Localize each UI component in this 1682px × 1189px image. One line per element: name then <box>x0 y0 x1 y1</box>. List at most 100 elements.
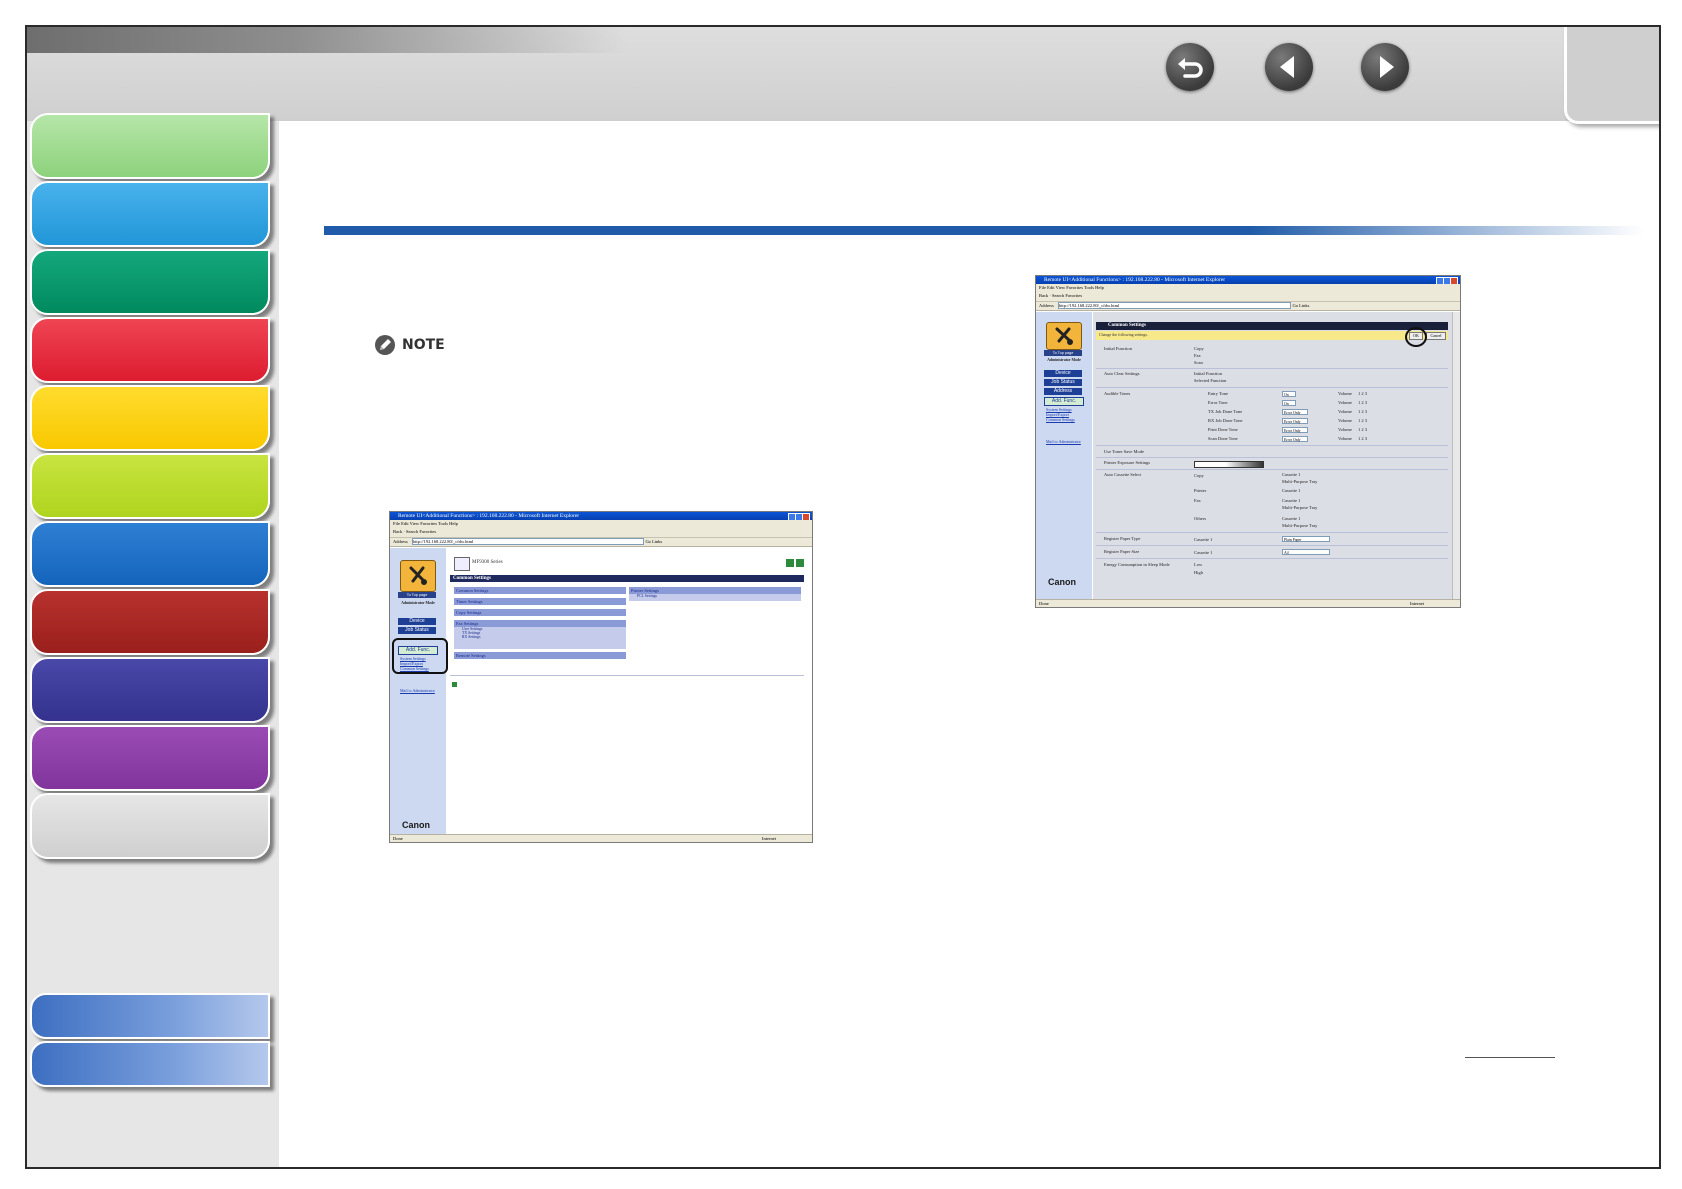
cassette-checkbox[interactable]: Multi-Purpose Tray <box>1282 523 1317 528</box>
ie-menu-bar[interactable]: File Edit View Favorites Tools Help <box>390 520 812 527</box>
previous-page-button[interactable] <box>1265 43 1313 91</box>
cassette-checkbox[interactable]: Cassette 1 <box>1282 516 1300 521</box>
cassette-checkbox[interactable]: Multi-Purpose Tray <box>1282 479 1317 484</box>
links-label[interactable]: Links <box>652 539 662 544</box>
chapter-tab-11[interactable] <box>30 793 270 859</box>
volume-options[interactable]: 1 2 3 <box>1358 418 1367 423</box>
go-button[interactable]: Go <box>645 539 651 544</box>
to-top-page-button[interactable]: To Top page <box>398 592 436 598</box>
pcl-settings-link[interactable]: PCL Settings <box>637 594 801 598</box>
mail-to-administrator-link[interactable]: Mail to Administrator <box>400 688 440 693</box>
address-url[interactable]: http://192.168.222.80/_cfdw.html <box>411 538 645 546</box>
chapter-tab-7[interactable] <box>30 521 270 587</box>
tone-select[interactable]: On <box>1282 400 1296 406</box>
address-url[interactable]: http://192.168.222.80/_cfdw.html <box>1057 302 1292 310</box>
option-fax[interactable]: Fax <box>1194 353 1201 358</box>
job-status-button[interactable]: Job Status <box>398 627 436 634</box>
scrollbar[interactable] <box>1452 312 1460 599</box>
ie-toolbar[interactable]: Back · Search Favorites <box>1036 291 1460 302</box>
chapter-tab-6[interactable] <box>30 453 270 519</box>
volume-options[interactable]: 1 2 3 <box>1358 436 1367 441</box>
remote-settings-item[interactable]: Remote Settings <box>454 652 626 659</box>
rx-settings-link[interactable]: RX Settings <box>462 635 626 639</box>
divider <box>1096 469 1448 470</box>
device-button[interactable]: Device <box>398 618 436 625</box>
ie-title-bar: Remote UI<Additional Functions> : 192.16… <box>390 512 812 520</box>
exposure-slider[interactable] <box>1194 461 1264 468</box>
option-selected-function[interactable]: Selected Function <box>1194 378 1226 383</box>
paper-size-label: Register Paper Size <box>1104 549 1140 554</box>
add-func-button[interactable]: Add. Func. <box>1044 397 1084 406</box>
tone-select[interactable]: Error Only <box>1282 427 1308 433</box>
address-button[interactable]: Address <box>1044 388 1082 395</box>
toner-save-checkbox[interactable]: Use Toner Save Mode <box>1104 449 1144 454</box>
device-name: MF9300 Series <box>472 560 503 565</box>
chapter-tab-1[interactable] <box>30 113 270 179</box>
volume-options[interactable]: 1 2 3 <box>1358 400 1367 405</box>
volume-options[interactable]: 1 2 3 <box>1358 409 1367 414</box>
ie-window-title: Remote UI<Additional Functions> : 192.16… <box>398 513 580 519</box>
tone-select[interactable]: Error Only <box>1282 409 1308 415</box>
chapter-tab-10[interactable] <box>30 725 270 791</box>
option-initial-function[interactable]: Initial Function <box>1194 371 1222 376</box>
top-right-tab[interactable] <box>1564 27 1659 124</box>
cassette-checkbox[interactable]: Cassette 1 <box>1282 498 1300 503</box>
instruction-bar: Change the following settings. OK Cancel <box>1096 331 1448 340</box>
job-status-button[interactable]: Job Status <box>1044 379 1082 386</box>
timer-settings-item[interactable]: Timer Settings <box>454 598 626 605</box>
administrator-mode-label: Administrator Mode <box>401 601 435 605</box>
section-title-rule <box>324 226 1644 235</box>
table-of-contents-button[interactable] <box>30 993 270 1039</box>
tone-select[interactable]: Error Only <box>1282 436 1308 442</box>
fax-settings-item[interactable]: Fax Settings <box>454 620 626 627</box>
option-scan[interactable]: Scan <box>1194 360 1203 365</box>
mail-to-administrator-link[interactable]: Mail to Administrator <box>1046 439 1086 444</box>
chapter-tab-5[interactable] <box>30 385 270 451</box>
page-number-rule <box>1465 1057 1555 1058</box>
tone-select[interactable]: On <box>1282 391 1296 397</box>
divider <box>1096 532 1448 533</box>
chapter-tab-8[interactable] <box>30 589 270 655</box>
ie-toolbar[interactable]: Back · Search Favorites <box>390 527 812 538</box>
page-top-icon[interactable] <box>452 682 457 687</box>
chapter-tab-3[interactable] <box>30 249 270 315</box>
device-button[interactable]: Device <box>1044 370 1082 377</box>
volume-options[interactable]: 1 2 3 <box>1358 391 1367 396</box>
volume-options[interactable]: 1 2 3 <box>1358 427 1367 432</box>
common-settings-item[interactable]: Common Settings <box>454 587 626 594</box>
cassette-group-fax: Fax <box>1194 498 1201 503</box>
links-label[interactable]: Links <box>1299 303 1309 308</box>
ie-menu-bar[interactable]: File Edit View Favorites Tools Help <box>1036 284 1460 291</box>
paper-size-select[interactable]: A4 <box>1282 549 1330 555</box>
back-button[interactable] <box>1166 43 1214 91</box>
cassette-checkbox[interactable]: Multi-Purpose Tray <box>1282 505 1317 510</box>
note-heading: NOTE <box>374 333 445 357</box>
paper-type-select[interactable]: Plain Paper <box>1282 536 1330 542</box>
cancel-button[interactable]: Cancel <box>1426 332 1446 340</box>
status-done: Done <box>1039 601 1049 606</box>
next-page-icon <box>1380 56 1394 78</box>
index-button[interactable] <box>30 1041 270 1087</box>
next-page-button[interactable] <box>1361 43 1409 91</box>
close-icon[interactable] <box>1450 277 1458 284</box>
printer-settings-item[interactable]: Printer Settings <box>629 587 801 594</box>
to-top-page-button[interactable]: To Top page <box>1044 350 1082 356</box>
common-settings-header: Common Settings <box>1096 322 1448 330</box>
option-low[interactable]: Low <box>1194 562 1202 567</box>
copy-settings-item[interactable]: Copy Settings <box>454 609 626 616</box>
ie-address-bar: Address http://192.168.222.80/_cfdw.html… <box>390 538 812 547</box>
option-high[interactable]: High <box>1194 570 1203 575</box>
chapter-tab-2[interactable] <box>30 181 270 247</box>
option-copy[interactable]: Copy <box>1194 346 1204 351</box>
refresh-icon[interactable] <box>786 559 794 567</box>
go-button[interactable]: Go <box>1293 303 1299 308</box>
close-icon[interactable] <box>802 513 810 520</box>
tone-select[interactable]: Error Only <box>1282 418 1308 424</box>
help-icon[interactable] <box>796 559 804 567</box>
rui-logo-icon <box>1046 322 1082 350</box>
cassette-checkbox[interactable]: Cassette 1 <box>1282 488 1300 493</box>
chapter-tab-9[interactable] <box>30 657 270 723</box>
cassette-checkbox[interactable]: Cassette 1 <box>1282 472 1300 477</box>
chapter-tab-4[interactable] <box>30 317 270 383</box>
common-settings-link[interactable]: Common Settings <box>1046 417 1075 422</box>
